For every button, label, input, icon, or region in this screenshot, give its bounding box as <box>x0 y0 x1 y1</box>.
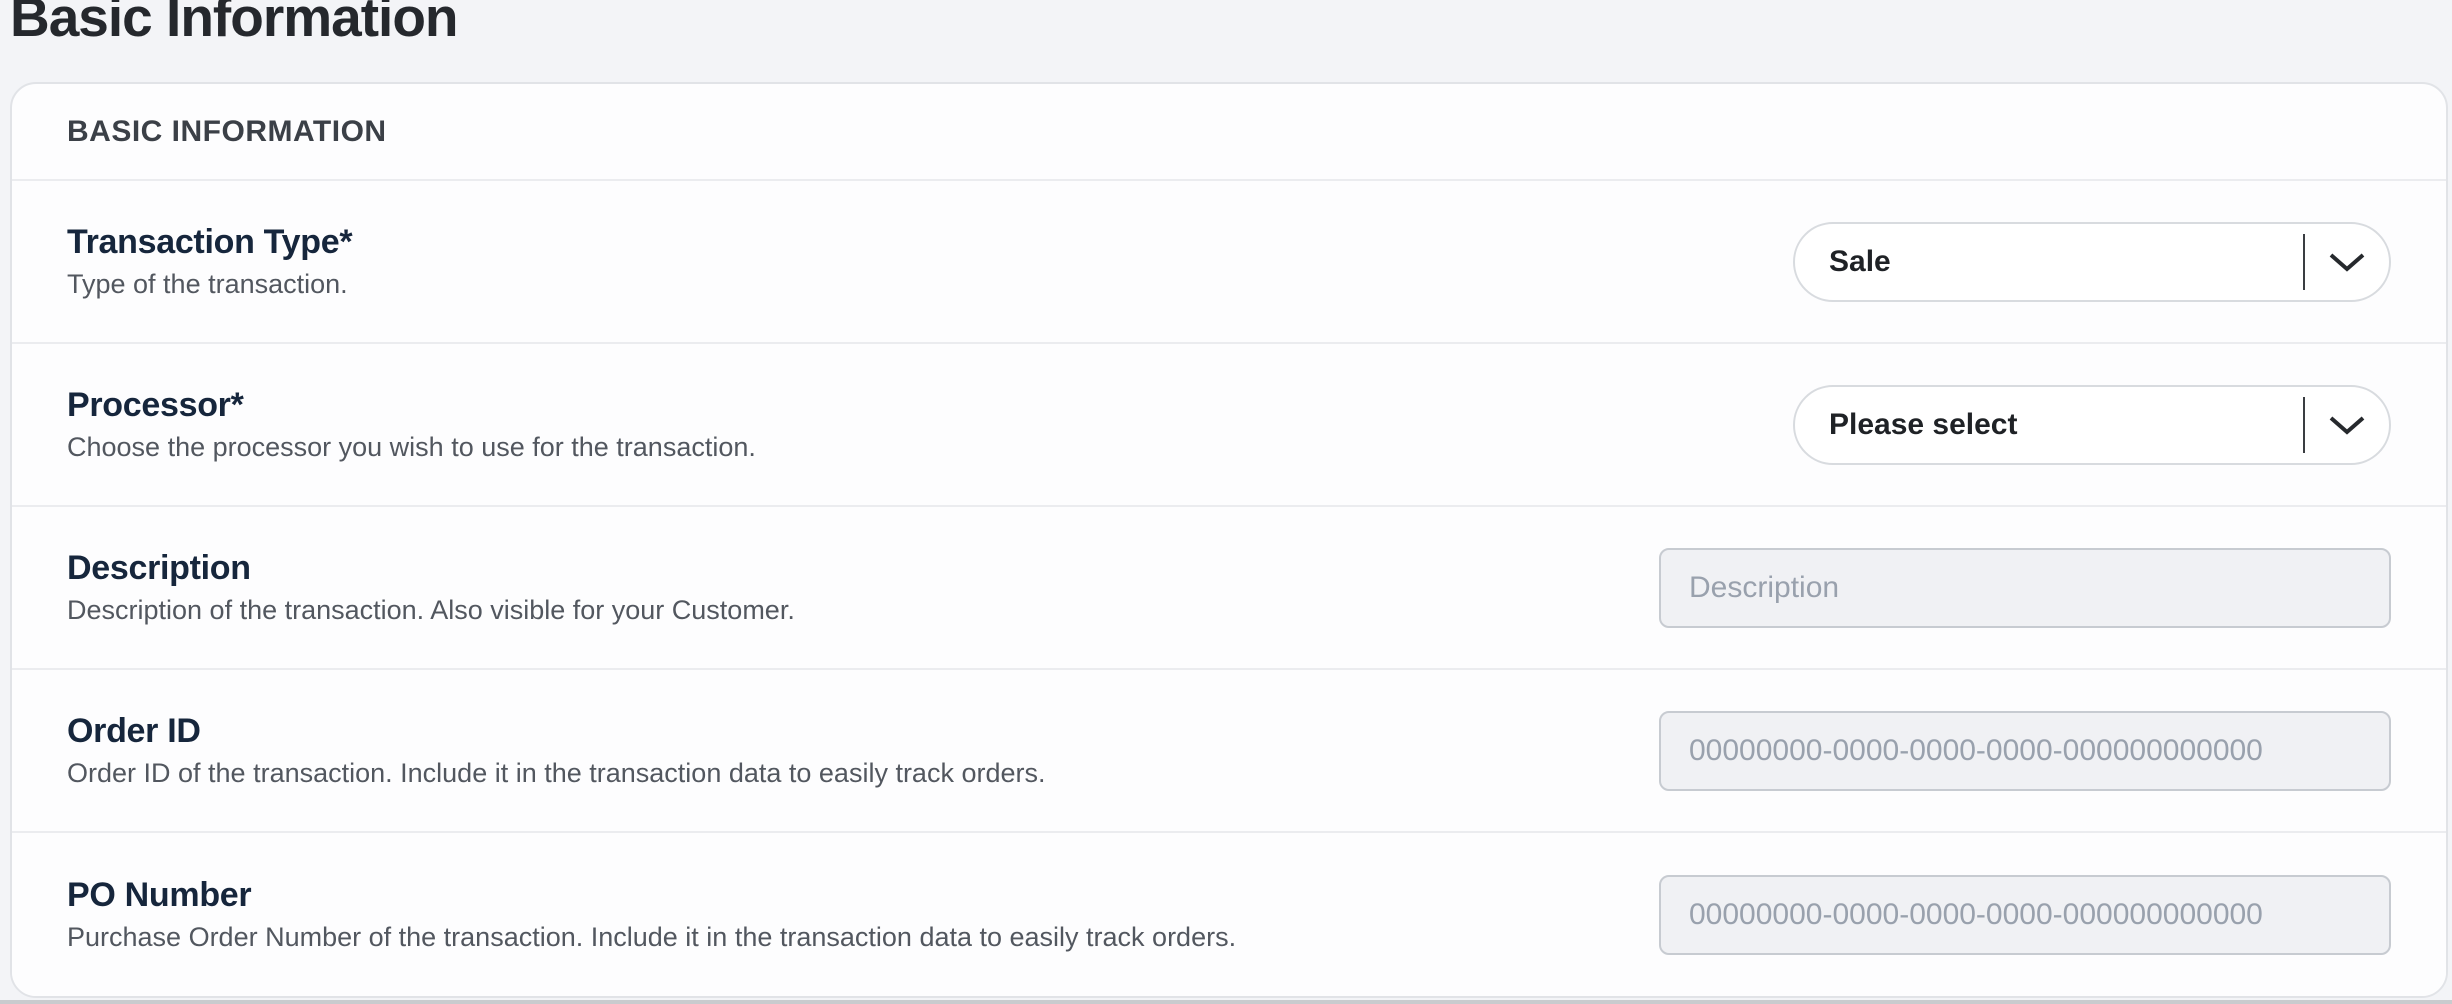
form-row-description: Description Description of the transacti… <box>12 507 2446 670</box>
field-label-order-id: Order ID <box>67 712 1046 751</box>
form-row-transaction-type: Transaction Type* Type of the transactio… <box>12 181 2446 344</box>
transaction-type-selected-value: Sale <box>1795 245 2303 279</box>
form-row-order-id: Order ID Order ID of the transaction. In… <box>12 670 2446 833</box>
card-header-title: BASIC INFORMATION <box>67 115 387 149</box>
chevron-down-icon <box>2305 251 2389 273</box>
basic-information-card: BASIC INFORMATION Transaction Type* Type… <box>10 82 2448 998</box>
form-row-po-number: PO Number Purchase Order Number of the t… <box>12 833 2446 996</box>
transaction-type-select[interactable]: Sale <box>1793 222 2391 302</box>
chevron-down-icon <box>2305 414 2389 436</box>
processor-selected-value: Please select <box>1795 408 2303 442</box>
field-label-description: Description <box>67 549 795 588</box>
card-header: BASIC INFORMATION <box>12 84 2446 181</box>
form-row-processor: Processor* Choose the processor you wish… <box>12 344 2446 507</box>
field-description-order-id: Order ID of the transaction. Include it … <box>67 758 1046 789</box>
field-info: Order ID Order ID of the transaction. In… <box>67 712 1046 789</box>
field-info: Description Description of the transacti… <box>67 549 795 626</box>
po-number-input[interactable] <box>1659 875 2391 955</box>
description-input[interactable] <box>1659 548 2391 628</box>
window-bottom-edge <box>0 1000 2452 1004</box>
field-label-transaction-type: Transaction Type* <box>67 223 352 262</box>
field-info: PO Number Purchase Order Number of the t… <box>67 876 1236 953</box>
field-description-processor: Choose the processor you wish to use for… <box>67 432 756 463</box>
field-info: Transaction Type* Type of the transactio… <box>67 223 352 300</box>
field-info: Processor* Choose the processor you wish… <box>67 386 756 463</box>
field-description-description: Description of the transaction. Also vis… <box>67 595 795 626</box>
field-description-po-number: Purchase Order Number of the transaction… <box>67 922 1236 953</box>
page-title: Basic Information <box>10 0 458 45</box>
processor-select[interactable]: Please select <box>1793 385 2391 465</box>
field-label-processor: Processor* <box>67 386 756 425</box>
field-label-po-number: PO Number <box>67 876 1236 915</box>
field-description-transaction-type: Type of the transaction. <box>67 269 352 300</box>
order-id-input[interactable] <box>1659 711 2391 791</box>
